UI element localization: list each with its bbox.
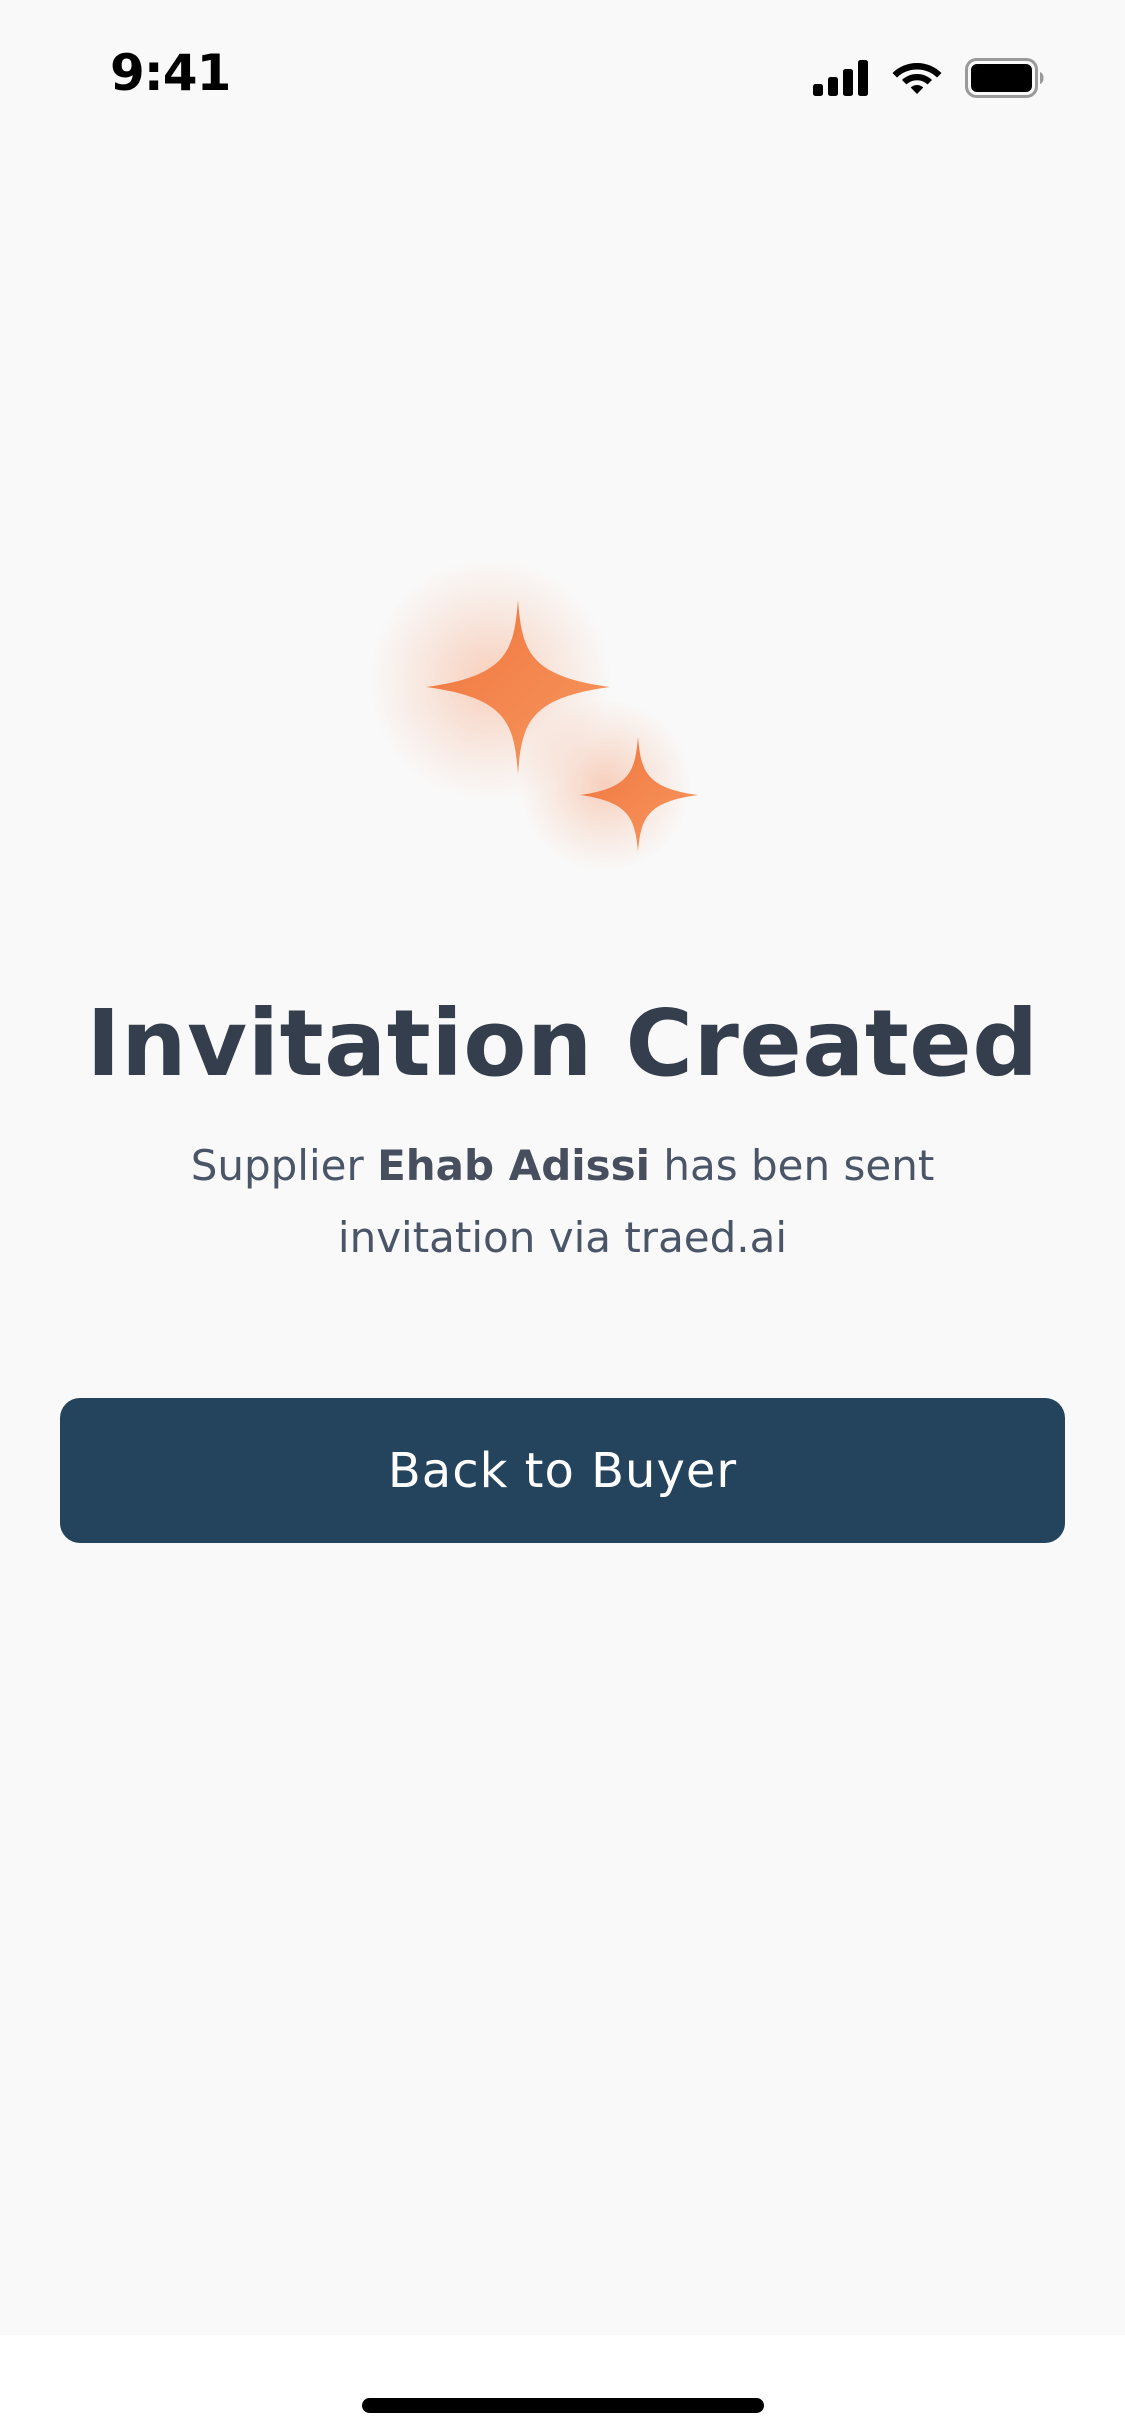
supplier-name: Ehab Adissi xyxy=(377,1141,651,1190)
message-line2: invitation via traed.ai xyxy=(337,1213,788,1262)
sparkles-icon xyxy=(370,560,720,880)
status-bar: 9:41 xyxy=(0,0,1125,150)
status-icons xyxy=(813,56,1045,100)
cellular-signal-icon xyxy=(813,60,868,96)
invitation-created-screen: 9:41 Invitation Created Supplier Ehab Ad… xyxy=(0,0,1125,2436)
back-to-buyer-button[interactable]: Back to Buyer xyxy=(60,1398,1065,1543)
home-indicator[interactable] xyxy=(362,2398,764,2413)
confirmation-message: Supplier Ehab Adissi has ben sent invita… xyxy=(140,1130,985,1274)
battery-icon xyxy=(965,58,1044,98)
sparkle-stars xyxy=(426,600,698,852)
status-time: 9:41 xyxy=(110,44,231,102)
large-sparkle xyxy=(426,600,610,774)
message-prefix: Supplier xyxy=(190,1141,378,1190)
wifi-icon xyxy=(892,63,942,94)
message-suffix: has ben sent xyxy=(650,1141,935,1190)
page-title: Invitation Created xyxy=(86,990,1039,1097)
small-sparkle xyxy=(580,737,698,852)
home-indicator-area xyxy=(0,2335,1125,2436)
